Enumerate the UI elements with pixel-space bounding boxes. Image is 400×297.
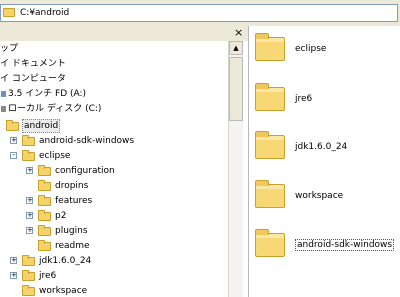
folder-icon (22, 255, 35, 266)
folder-item-jdk[interactable]: jdk1.6.0_24 (249, 129, 400, 169)
tree-item-label: plugins (55, 226, 88, 236)
scroll-up-arrow-icon[interactable]: ▲ (229, 41, 243, 55)
address-field[interactable]: C:¥android (0, 4, 398, 22)
expand-toggle[interactable]: + (26, 227, 33, 234)
folder-item-label: jdk1.6.0_24 (295, 142, 348, 152)
tree-item-label: android (22, 119, 61, 133)
folder-icon (38, 180, 51, 191)
folder-icon (255, 180, 285, 208)
tree-scrollbar[interactable]: ▲ (228, 41, 243, 297)
tree-item-label: p2 (55, 211, 67, 221)
folder-item-android-sdk-windows[interactable]: android-sdk-windows (249, 227, 400, 267)
folder-item-label: jre6 (295, 94, 313, 104)
folder-item-label: workspace (295, 191, 344, 201)
tree-item-label: イ ドキュメント (0, 59, 66, 69)
folder-icon (3, 8, 15, 17)
expand-toggle[interactable]: + (10, 272, 17, 279)
expand-toggle[interactable]: + (10, 257, 17, 264)
address-path: C:¥android (20, 8, 70, 18)
hard-drive-icon (1, 106, 6, 112)
folder-open-icon (6, 120, 19, 131)
tree-item-label: jdk1.6.0_24 (39, 256, 92, 266)
tree-item-label: dropins (55, 181, 89, 191)
tree-item-label: jre6 (39, 271, 57, 281)
folder-item-jre6[interactable]: jre6 (249, 81, 400, 121)
tree-item-label: eclipse (39, 151, 71, 161)
expand-toggle[interactable]: + (26, 167, 33, 174)
folder-icon (38, 195, 51, 206)
expand-toggle[interactable]: + (26, 197, 33, 204)
address-bar: C:¥android (0, 0, 400, 26)
tree-item-label: workspace (39, 286, 88, 296)
tree-item-label: ローカル ディスク (C:) (8, 104, 102, 114)
collapse-toggle[interactable]: - (10, 152, 17, 159)
folder-item-workspace[interactable]: workspace (249, 178, 400, 218)
tree-item-label: features (55, 196, 93, 206)
folder-item-label: eclipse (295, 44, 327, 54)
expand-toggle[interactable]: + (10, 137, 17, 144)
folder-icon (255, 33, 285, 61)
tree-pane-header: × (0, 26, 248, 41)
tree-item-label: ップ (0, 44, 19, 54)
folder-icon (255, 83, 285, 111)
folder-open-icon (22, 150, 35, 161)
tree-item-label: 3.5 インチ FD (A:) (8, 89, 87, 99)
floppy-drive-icon (1, 91, 6, 97)
tree-item-label: readme (55, 241, 90, 251)
tree-item-label: android-sdk-windows (39, 136, 135, 146)
folder-icon (38, 225, 51, 236)
tree-item-label: configuration (55, 166, 115, 176)
folder-icon (22, 285, 35, 296)
scroll-thumb[interactable] (229, 57, 243, 121)
folder-icon (38, 210, 51, 221)
folder-icon (255, 229, 285, 257)
close-icon[interactable]: × (234, 26, 243, 40)
folder-contents-pane: eclipse jre6 jdk1.6.0_24 workspace andro… (249, 26, 400, 297)
folder-icon (22, 135, 35, 146)
folder-tree-pane: × ップ イ ドキュメント イ コンピュータ 3.5 インチ FD (A:) ロ… (0, 26, 249, 297)
folder-item-label: android-sdk-windows (295, 239, 395, 251)
folder-icon (38, 240, 51, 251)
folder-item-eclipse[interactable]: eclipse (249, 31, 400, 71)
tree-item-label: イ コンピュータ (0, 74, 66, 84)
folder-icon (38, 165, 51, 176)
folder-icon (22, 270, 35, 281)
folder-icon (255, 131, 285, 159)
expand-toggle[interactable]: + (26, 212, 33, 219)
